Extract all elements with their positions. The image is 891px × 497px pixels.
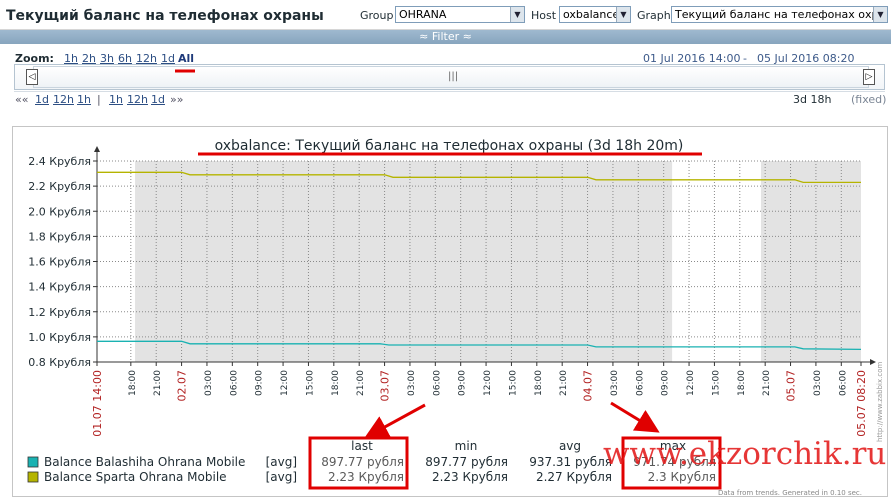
x-tick-label: 18:00	[128, 370, 138, 396]
legend-header-last: last	[351, 439, 373, 453]
y-tick-label: 2.2 Крубля	[28, 180, 91, 193]
graph-chart: oxbalance: Текущий баланс на телефонах о…	[27, 69, 884, 497]
x-tick-label: 21:00	[762, 370, 772, 396]
y-tick-label: 2.4 Крубля	[28, 155, 91, 168]
x-tick-label: 01.07 14:00	[91, 370, 104, 437]
legend-func: [avg]	[266, 470, 297, 484]
x-tick-label: 04.07	[582, 370, 595, 402]
x-tick-label: 03:00	[204, 370, 214, 396]
x-tick-label: 18:00	[534, 370, 544, 396]
y-tick-label: 1.4 Крубля	[28, 281, 91, 294]
x-tick-label: 09:00	[661, 370, 671, 396]
x-tick-label: 15:00	[711, 370, 721, 396]
page: Текущий баланс на телефонах охраны Group…	[0, 0, 891, 497]
y-axis-arrow	[94, 146, 100, 152]
x-tick-label: 06:00	[838, 370, 848, 396]
chart-title: oxbalance: Текущий баланс на телефонах о…	[215, 138, 684, 154]
plot-layer: 2.4 Крубля 2.2 Крубля 2.0 Крубля 1.8 Крубля…	[28, 146, 876, 437]
legend-value-last: 2.23 Крубля	[328, 470, 404, 484]
x-tick-label: 21:00	[356, 370, 366, 396]
x-tick-label: 05.07	[785, 370, 798, 402]
y-tick-label: 1.6 Крубля	[28, 256, 91, 269]
x-tick-label: 03:00	[407, 370, 417, 396]
legend-header-avg: avg	[559, 439, 581, 453]
x-tick-label: 12:00	[280, 370, 290, 396]
chart-footer: Data from trends. Generated in 0.10 sec.	[718, 489, 862, 497]
x-tick-label: 18:00	[737, 370, 747, 396]
y-tick-label: 1.0 Крубля	[28, 331, 91, 344]
y-tick-label: 1.2 Крубля	[28, 306, 91, 319]
legend-header-min: min	[455, 439, 478, 453]
x-tick-label: 12:00	[686, 370, 696, 396]
x-tick-label: 03:00	[610, 370, 620, 396]
annotation-arrow-max	[610, 401, 660, 433]
legend-value-last: 897.77 рубля	[321, 455, 404, 469]
x-tick-label: 05.07 08:20	[855, 370, 868, 437]
legend-value-min: 897.77 рубля	[425, 455, 508, 469]
watermark: www.ekzorchik.ru	[603, 436, 887, 472]
x-tick-label: 09:00	[255, 370, 265, 396]
x-tick-label: 03.07	[379, 370, 392, 402]
legend-swatch	[27, 471, 39, 483]
legend-series-name: Balance Sparta Ohrana Mobile	[44, 470, 227, 484]
y-tick-label: 2.0 Крубля	[28, 205, 91, 218]
side-credit: http://www.zabbix.com	[876, 362, 884, 442]
legend-func: [avg]	[266, 455, 297, 469]
annotation-arrow-last	[364, 403, 426, 439]
legend-value-max: 2.3 Крубля	[648, 470, 716, 484]
x-tick-label: 02.07	[176, 370, 189, 402]
x-tick-label: 15:00	[508, 370, 518, 396]
x-tick-label: 03:00	[813, 370, 823, 396]
x-tick-label: 12:00	[483, 370, 493, 396]
x-tick-label: 06:00	[432, 370, 442, 396]
legend-value-avg: 937.31 рубля	[529, 455, 612, 469]
x-tick-label: 21:00	[153, 370, 163, 396]
x-tick-label: 06:00	[635, 370, 645, 396]
legend-swatch	[27, 456, 39, 468]
x-tick-label: 15:00	[305, 370, 315, 396]
x-tick-label: 18:00	[331, 370, 341, 396]
legend-series-name: Balance Balashiha Ohrana Mobile	[44, 455, 245, 469]
x-tick-label: 06:00	[229, 370, 239, 396]
legend-value-min: 2.23 Крубля	[432, 470, 508, 484]
y-tick-label: 1.8 Крубля	[28, 230, 91, 243]
legend-value-avg: 2.27 Крубля	[536, 470, 612, 484]
x-tick-label: 21:00	[559, 370, 569, 396]
x-tick-label: 09:00	[458, 370, 468, 396]
y-tick-label: 0.8 Крубля	[28, 356, 91, 369]
